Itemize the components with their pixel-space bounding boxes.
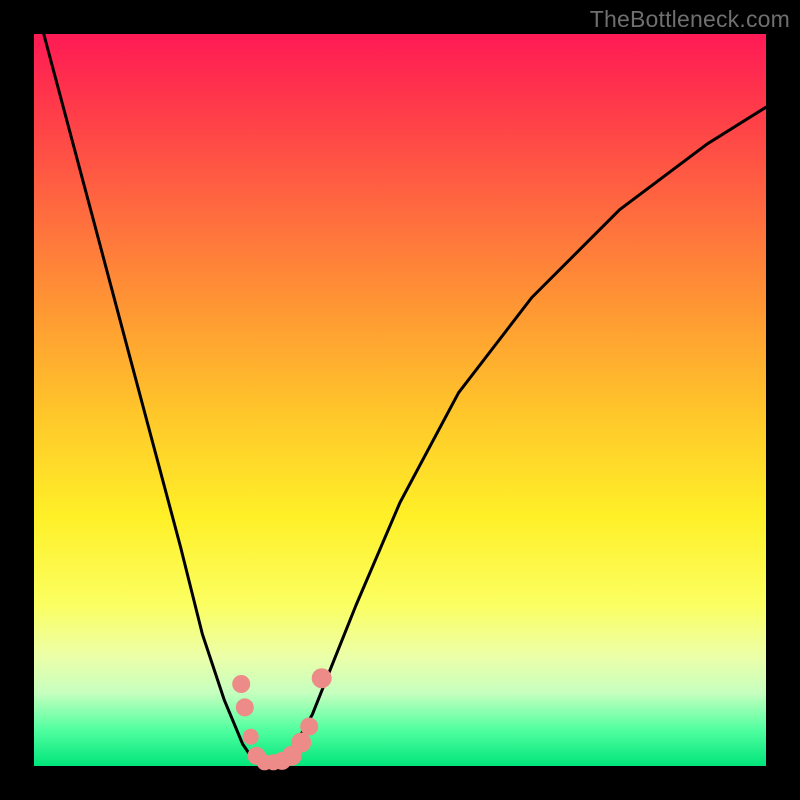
bottleneck-curve	[34, 0, 766, 766]
data-point	[236, 698, 254, 716]
watermark-text: TheBottleneck.com	[590, 6, 790, 33]
curve-group	[34, 0, 766, 766]
data-point	[312, 668, 332, 688]
data-point	[243, 729, 259, 745]
chart-overlay	[0, 0, 800, 800]
data-point	[300, 718, 318, 736]
marker-group	[232, 668, 332, 770]
chart-frame: TheBottleneck.com	[0, 0, 800, 800]
data-point	[291, 733, 311, 753]
data-point	[232, 675, 250, 693]
